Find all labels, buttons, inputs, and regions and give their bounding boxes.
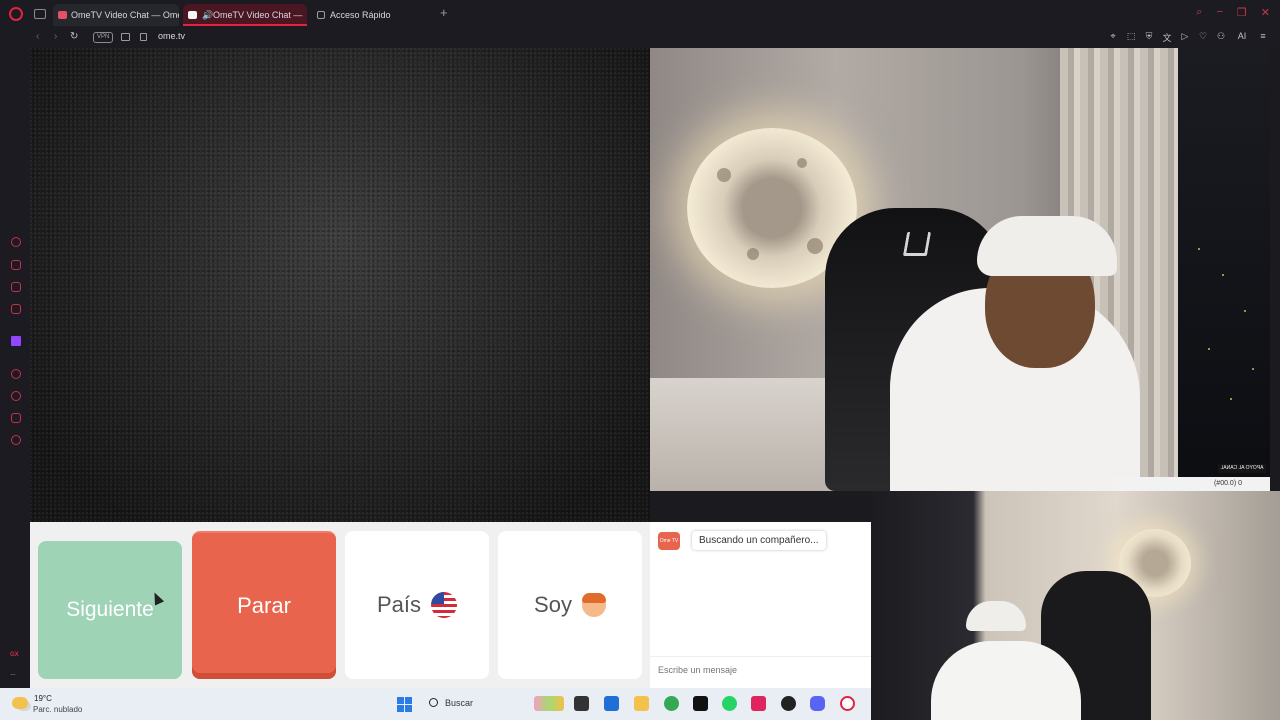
twitch-icon[interactable] [11, 336, 21, 346]
channel-support-tag: APOYO AL CANAL [1218, 464, 1266, 473]
gender-label: Soy [534, 592, 572, 617]
windows-taskbar: 19°C Parc. nublado Buscar [0, 688, 871, 720]
weather-description: Parc. nublado [33, 705, 83, 714]
message-input[interactable] [650, 656, 871, 682]
tab-ometv-2-active[interactable]: 🔊 OmeTV Video Chat — [183, 4, 307, 26]
opera-gx-icon[interactable] [840, 696, 855, 711]
streamer-camera: APOYO AL CANAL (#00.0) 0 [650, 48, 1270, 491]
speed-dial-icon[interactable] [11, 237, 21, 247]
grid-icon [317, 11, 325, 19]
chrome-icon[interactable] [664, 696, 679, 711]
stop-button[interactable]: Parar [192, 531, 336, 679]
shield-icon[interactable]: ⛨ [1144, 31, 1154, 44]
self-camera-preview [871, 491, 1280, 720]
account-icon[interactable]: ⚇ [1216, 31, 1226, 44]
next-button[interactable]: Siguiente [38, 541, 182, 679]
minimize-icon[interactable]: − [1216, 6, 1222, 22]
whatsapp-icon[interactable] [11, 282, 21, 292]
sidebar: GX ··· [0, 48, 30, 688]
screen: OmeTV Video Chat — Ome 🔊 OmeTV Video Cha… [0, 0, 1280, 720]
speaker-icon[interactable]: 🔊 [202, 4, 213, 24]
widgets-icon[interactable] [534, 696, 564, 711]
play-icon[interactable]: ▷ [1180, 31, 1190, 44]
more-icon[interactable]: ··· [10, 670, 16, 679]
ometv-favicon-icon [58, 11, 67, 19]
back-icon[interactable]: ‹ [36, 31, 39, 42]
ometv-controls: Siguiente Parar País Soy [30, 522, 650, 688]
search-icon[interactable] [429, 698, 438, 707]
address-bar: ‹ › ↻ VPN ome.tv ⌖ ⬚ ⛨ 文 ▷ ♡ ⚇ AI ≡ [0, 28, 1280, 48]
country-button[interactable]: País [345, 531, 489, 679]
windows-start-icon[interactable] [397, 697, 412, 712]
temperature: 19°C [34, 694, 52, 703]
tiktok-icon[interactable] [751, 696, 766, 711]
snapshot-icon[interactable]: ⬚ [1126, 31, 1136, 44]
messenger-alt-icon[interactable] [11, 304, 21, 314]
maximize-icon[interactable]: ❐ [1237, 6, 1247, 22]
search-tabs-icon[interactable]: ⌕ [1196, 6, 1202, 22]
stranger-video [30, 48, 650, 522]
forward-icon[interactable]: › [54, 31, 57, 42]
tab-label: Acceso Rápido [330, 10, 391, 20]
weather-icon[interactable] [12, 697, 28, 709]
ometv-logo: Ome TV [658, 532, 680, 550]
messenger-icon[interactable] [11, 260, 21, 270]
file-explorer-icon[interactable] [634, 696, 649, 711]
toolbar-icons: ⌖ ⬚ ⛨ 文 ▷ ♡ ⚇ AI ≡ [1108, 31, 1268, 44]
chair-logo-icon [902, 232, 932, 256]
white-cap [966, 601, 1026, 631]
history-icon[interactable] [11, 391, 21, 401]
stop-label: Parar [237, 593, 291, 618]
menu-icon[interactable]: ≡ [1258, 31, 1268, 44]
task-view-icon[interactable] [574, 696, 589, 711]
player-icon[interactable] [11, 369, 21, 379]
pin-icon[interactable]: ⌖ [1108, 31, 1118, 44]
translate-icon[interactable]: 文 [1162, 31, 1172, 44]
us-flag-icon [431, 592, 458, 618]
lock-icon[interactable] [140, 33, 147, 41]
opera-logo-icon[interactable] [9, 7, 23, 21]
camera-icon[interactable] [121, 33, 130, 41]
capcut-icon[interactable] [693, 696, 708, 711]
ai-button[interactable]: AI [1234, 31, 1250, 44]
close-icon[interactable]: ✕ [1261, 6, 1270, 22]
vpn-badge[interactable]: VPN [93, 32, 114, 43]
settings-icon[interactable] [11, 435, 21, 445]
tab-ometv-1[interactable]: OmeTV Video Chat — Ome [53, 4, 179, 26]
tab-label: OmeTV Video Chat — Ome [71, 10, 179, 20]
chat-panel: Ome TV Buscando un compañero... [650, 522, 871, 688]
url-field[interactable]: ome.tv [158, 31, 185, 41]
heart-icon[interactable]: ♡ [1198, 31, 1208, 44]
status-message: Buscando un compañero... [692, 531, 826, 550]
tab-label: OmeTV Video Chat — [213, 10, 303, 20]
donation-counter: (#00.0) 0 [1112, 477, 1270, 491]
pinboard-icon[interactable] [11, 413, 21, 423]
reload-icon[interactable]: ↻ [70, 31, 78, 42]
new-tab-button[interactable]: + [440, 6, 448, 20]
night-window [1178, 48, 1270, 491]
discord-icon[interactable] [810, 696, 825, 711]
taskbar-search[interactable]: Buscar [445, 698, 473, 708]
whatsapp-icon[interactable] [722, 696, 737, 711]
next-label: Siguiente [66, 598, 154, 621]
obs-icon[interactable] [781, 696, 796, 711]
white-cap [977, 216, 1117, 276]
tab-acceso-rapido[interactable]: Acceso Rápido [312, 4, 432, 26]
window-controls: ⌕ − ❐ ✕ [1196, 6, 1270, 22]
boy-icon [581, 593, 606, 617]
tab-bar: OmeTV Video Chat — Ome 🔊 OmeTV Video Cha… [0, 0, 1280, 28]
ometv-favicon-icon [188, 11, 197, 19]
gender-button[interactable]: Soy [498, 531, 642, 679]
country-label: País [376, 592, 422, 617]
workspaces-icon[interactable] [34, 9, 46, 19]
gx-label[interactable]: GX [10, 652, 19, 658]
store-icon[interactable] [604, 696, 619, 711]
